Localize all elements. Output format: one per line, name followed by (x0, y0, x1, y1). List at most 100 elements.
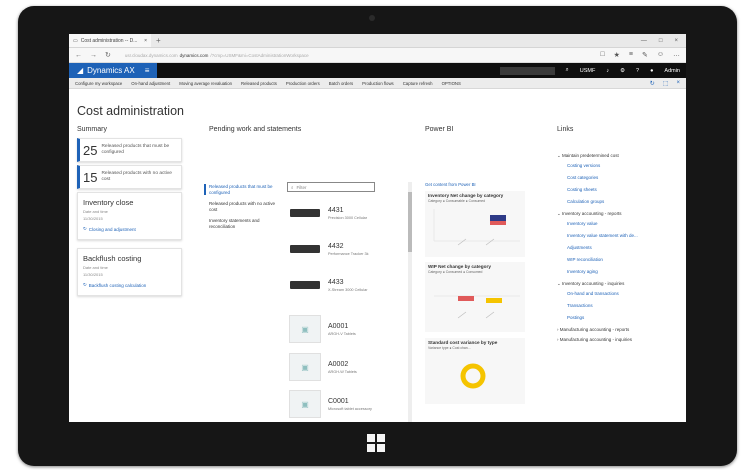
tile-date: 11/30/2015 (83, 272, 103, 277)
summary-tile-configure[interactable]: 25 Released products that must be config… (77, 138, 182, 162)
action-pane: Configure my workspace On-hand adjustmen… (69, 78, 686, 89)
pending-item-configure[interactable]: Released products that must be configure… (204, 184, 279, 195)
links-group-header[interactable]: › Manufacturing accounting - inquiries (557, 337, 675, 342)
link-costing-sheets[interactable]: Costing sheets (567, 187, 675, 192)
link-inventory-value[interactable]: Inventory value (567, 221, 675, 226)
notifications-icon[interactable]: ♪ (606, 68, 609, 74)
links-group-header[interactable]: › Manufacturing accounting - reports (557, 327, 675, 332)
product-thumbnail: ▣ (289, 353, 321, 381)
windows-logo-icon[interactable] (367, 434, 385, 452)
refresh-icon[interactable]: ↻ (105, 51, 111, 59)
brand[interactable]: ◢ Dynamics AX ≡ (69, 63, 158, 78)
product-row[interactable]: 4431 Precision 3000 Cellular (289, 198, 377, 228)
forward-icon[interactable]: → (90, 52, 97, 59)
hub-icon[interactable]: ≡ (629, 51, 633, 59)
close-tab-icon[interactable]: × (144, 38, 147, 44)
help-icon[interactable]: ? (636, 68, 639, 74)
product-code: 4431 (328, 206, 344, 214)
url-domain: dynamics.com (179, 52, 209, 58)
refresh-icon: ↻ (83, 282, 87, 287)
product-code: 4432 (328, 242, 344, 250)
closing-adjustment-link[interactable]: Closing and adjustment (89, 227, 136, 232)
hamburger-menu-icon[interactable]: ≡ (145, 66, 150, 75)
inventory-close-tile[interactable]: Inventory close Date and time 11/30/2015… (77, 192, 182, 240)
close-window-button[interactable]: × (674, 38, 678, 44)
open-new-window-icon[interactable]: ⬚ (663, 80, 669, 87)
company-picker[interactable]: USMF (580, 68, 596, 74)
close-page-icon[interactable]: × (676, 80, 680, 87)
link-costing-versions[interactable]: Costing versions (567, 163, 675, 168)
user-name[interactable]: Admin (664, 68, 680, 74)
product-code: 4433 (328, 278, 344, 286)
powerbi-card-wip[interactable]: WIP Net change by category Category ● Co… (425, 262, 525, 332)
product-row[interactable]: 4433 X-Stream 3000 Cellular (289, 270, 377, 300)
tile-label: Released products that must be configure… (101, 144, 170, 155)
product-thumbnail: ▣ (289, 390, 321, 418)
new-tab-button[interactable]: + (151, 36, 166, 45)
address-bar: ← → ↻ usr.cloudax.dynamics.com dynamics.… (69, 48, 686, 63)
refresh-page-icon[interactable]: ↻ (650, 80, 655, 87)
web-note-icon[interactable]: ✎ (642, 51, 648, 59)
nav-batch-orders[interactable]: Batch orders (329, 81, 353, 86)
product-list-scrollbar[interactable] (408, 182, 412, 422)
link-onhand-transactions[interactable]: On-hand and transactions (567, 291, 675, 296)
product-code: C0001 (328, 397, 349, 405)
image-placeholder-icon: ▣ (289, 353, 321, 381)
nav-released-products[interactable]: Released products (241, 81, 277, 86)
page-title: Cost administration (77, 104, 184, 118)
pending-item-no-cost[interactable]: Released products with no active cost (209, 201, 279, 212)
product-row[interactable]: 4432 Performance Tracker 3k (289, 234, 377, 264)
backflush-costing-tile[interactable]: Backflush costing Date and time 11/30/20… (77, 248, 182, 296)
pending-heading: Pending work and statements (209, 126, 302, 133)
filter-input[interactable]: ⌕ Filter (287, 182, 375, 192)
scrollbar-thumb[interactable] (408, 192, 412, 252)
app-header: ◢ Dynamics AX ≡ ⌕ USMF ♪ ⚙ ? ● Admin (69, 63, 686, 78)
reading-view-icon[interactable]: □ (600, 51, 604, 59)
image-placeholder-icon: ▣ (289, 315, 321, 343)
backflush-calculation-link[interactable]: Backflush costing calculation (89, 283, 147, 288)
powerbi-card-variance[interactable]: Standard cost variance by type Variance … (425, 338, 525, 404)
pending-item-statements[interactable]: Inventory statements and reconciliation (209, 218, 279, 229)
link-inventory-value-statement[interactable]: Inventory value statement with de... (567, 233, 675, 238)
link-cost-categories[interactable]: Cost categories (567, 175, 675, 180)
product-row[interactable]: ▣ A0001 ARGH-V Tablets (289, 314, 377, 344)
settings-gear-icon[interactable]: ⚙ (620, 68, 625, 74)
links-group-header[interactable]: ⌄ Inventory accounting - inquiries (557, 281, 675, 287)
back-icon[interactable]: ← (75, 52, 82, 59)
wip-chart (434, 295, 520, 319)
link-postings[interactable]: Postings (567, 315, 675, 320)
product-desc: ARGH-V Tablets (328, 331, 356, 336)
favorite-star-icon[interactable]: ★ (614, 51, 620, 59)
chart-bar (486, 298, 502, 303)
more-icon[interactable]: … (673, 51, 680, 59)
nav-moving-average[interactable]: Moving average revaluation (179, 81, 232, 86)
minimize-button[interactable]: — (641, 38, 647, 44)
link-calculation-groups[interactable]: Calculation groups (567, 199, 675, 204)
nav-production-orders[interactable]: Production orders (286, 81, 320, 86)
nav-onhand-adjustment[interactable]: On-hand adjustment (131, 81, 170, 86)
search-icon[interactable]: ⌕ (566, 67, 569, 74)
product-row[interactable]: ▣ A0002 ARGH-W Tablets (289, 352, 377, 382)
nav-production-flows[interactable]: Production flows (362, 81, 394, 86)
browser-tab[interactable]: ▭ Cost administration -- D... × (69, 34, 151, 47)
maximize-button[interactable]: □ (659, 38, 663, 44)
url-field[interactable]: usr.cloudax.dynamics.com dynamics.com /?… (119, 51, 592, 60)
nav-capture-refresh[interactable]: Capture refresh (403, 81, 433, 86)
link-wip-reconciliation[interactable]: WIP reconciliation (567, 257, 675, 262)
powerbi-card-inventory[interactable]: Inventory Net change by category Categor… (425, 191, 525, 257)
link-inventory-aging[interactable]: Inventory aging (567, 269, 675, 274)
product-row[interactable]: ▣ C0001 Microsoft tablet accessory (289, 389, 377, 419)
nav-options[interactable]: OPTIONS (442, 81, 461, 86)
user-avatar-icon[interactable]: ● (650, 68, 653, 74)
filter-placeholder: Filter (296, 184, 307, 190)
links-group-header[interactable]: ⌄ Inventory accounting - reports (557, 211, 675, 217)
powerbi-heading: Power BI (425, 126, 454, 133)
link-adjustments[interactable]: Adjustments (567, 245, 675, 250)
links-group-header[interactable]: ⌄ Maintain predetermined cost (557, 153, 675, 159)
global-search-input[interactable] (499, 66, 555, 75)
share-icon[interactable]: ☺ (657, 51, 664, 59)
summary-tile-no-cost[interactable]: 15 Released products with no active cost (77, 165, 182, 189)
link-transactions[interactable]: Transactions (567, 303, 675, 308)
get-content-link[interactable]: Get content from Power BI (425, 182, 476, 187)
nav-configure-workspace[interactable]: Configure my workspace (75, 81, 122, 86)
